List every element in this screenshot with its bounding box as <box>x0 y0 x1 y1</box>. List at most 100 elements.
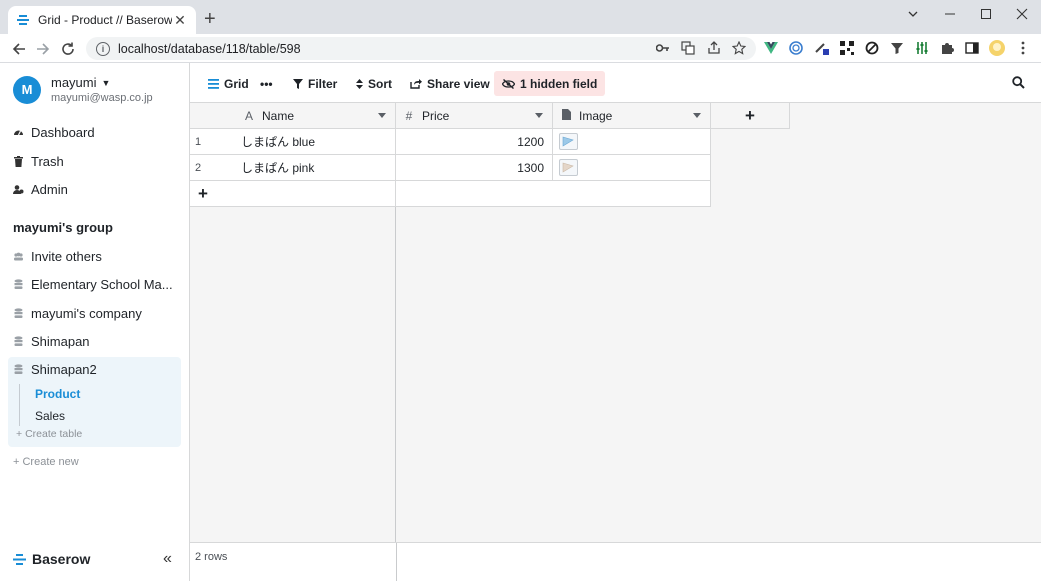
bookmark-star-icon[interactable] <box>731 40 747 56</box>
hidden-fields-button[interactable]: 1 hidden field <box>494 71 606 96</box>
share-view-button[interactable]: Share view <box>404 71 496 96</box>
group-title[interactable]: mayumi's group <box>13 220 113 235</box>
column-header-price[interactable]: # Price <box>396 103 553 129</box>
grid-left-section: A Name 1 しまぱん blue 2 しまぱん pink + <box>190 103 396 581</box>
site-info-icon[interactable]: i <box>96 41 110 56</box>
column-dropdown-icon[interactable] <box>378 113 386 118</box>
database-label: mayumi's company <box>31 306 142 321</box>
browser-menu-icon[interactable] <box>1015 40 1031 56</box>
share-view-icon <box>410 78 422 89</box>
tab-search-icon[interactable] <box>895 0 931 28</box>
sidebar-item-label: Trash <box>31 154 64 169</box>
share-icon[interactable] <box>706 40 722 56</box>
close-window-button[interactable] <box>1004 0 1040 28</box>
baserow-logo-icon <box>13 553 26 565</box>
share-view-label: Share view <box>427 76 490 91</box>
block-icon[interactable] <box>864 40 880 56</box>
sidebar-database-item[interactable]: Elementary School Ma... <box>13 277 173 292</box>
user-name[interactable]: mayumi <box>51 75 97 90</box>
sidebar-database-item[interactable]: Shimapan <box>13 334 90 349</box>
back-button[interactable] <box>9 39 29 59</box>
database-icon <box>14 336 23 346</box>
profile-avatar-icon[interactable] <box>989 40 1005 56</box>
filter-button[interactable]: Filter <box>287 71 343 96</box>
sidebar-item-label: Dashboard <box>31 125 95 140</box>
grid-right-section: # Price Image + 1200 1300 <box>396 103 1041 581</box>
row-number: 1 <box>195 135 202 148</box>
image-thumbnail[interactable] <box>559 133 578 150</box>
sidebar-footer-brand[interactable]: Baserow <box>13 551 90 567</box>
cell-price[interactable]: 1300 <box>396 155 553 181</box>
forward-button[interactable] <box>33 39 53 59</box>
eye-slash-icon <box>502 78 515 89</box>
sidebar: M mayumi ▼ mayumi@wasp.co.jp Dashboard Tr… <box>0 63 190 581</box>
create-new-link[interactable]: + Create new <box>13 456 79 468</box>
translate-icon[interactable] <box>680 40 696 56</box>
filter-extension-icon[interactable] <box>889 40 905 56</box>
plus-icon: + <box>16 428 26 440</box>
sort-button[interactable]: Sort <box>350 71 398 96</box>
cell-name[interactable]: しまぱん pink <box>241 159 314 176</box>
add-field-button[interactable]: + <box>711 103 790 129</box>
database-label: Shimapan <box>31 334 90 349</box>
tab-close-icon[interactable]: ✕ <box>172 12 188 29</box>
column-header-name[interactable]: A Name <box>190 103 396 129</box>
sidebar-database-item[interactable]: mayumi's company <box>13 306 142 321</box>
cell-price[interactable]: 1200 <box>396 129 553 155</box>
table-row[interactable]: 2 しまぱん pink <box>190 155 396 181</box>
table-row[interactable]: 1 しまぱん blue <box>190 129 396 155</box>
search-icon[interactable] <box>1012 76 1025 92</box>
side-panel-icon[interactable] <box>964 40 980 56</box>
browser-toolbar: i localhost/database/118/table/598 <box>0 34 1041 63</box>
column-dropdown-icon[interactable] <box>693 113 701 118</box>
equalizer-icon[interactable] <box>914 40 930 56</box>
add-row-button[interactable]: + <box>190 181 396 207</box>
image-thumbnail[interactable] <box>559 159 578 176</box>
sidebar-item-invite[interactable]: Invite others <box>13 249 102 264</box>
view-selector-button[interactable]: Grid <box>202 71 255 96</box>
minimize-button[interactable] <box>932 0 968 28</box>
cell-image[interactable] <box>553 129 711 155</box>
number-field-icon: # <box>405 108 413 123</box>
column-dropdown-icon[interactable] <box>535 113 543 118</box>
column-header-label: Price <box>422 108 450 123</box>
column-header-image[interactable]: Image <box>553 103 711 129</box>
browser-tab[interactable]: Grid - Product // Baserow ✕ <box>8 6 196 34</box>
sidebar-database-item-active[interactable]: Shimapan2 <box>13 362 97 377</box>
circle-extension-icon[interactable] <box>788 40 804 56</box>
add-row-area[interactable] <box>396 181 711 207</box>
filter-icon <box>293 78 303 89</box>
grid-view: A Name 1 しまぱん blue 2 しまぱん pink + # Price… <box>190 103 1041 581</box>
row-count: 2 rows <box>195 551 228 563</box>
cell-image[interactable] <box>553 155 711 181</box>
view-header: Grid ••• Filter Sort Share view 1 hidden… <box>190 63 1041 103</box>
reload-button[interactable] <box>58 39 78 59</box>
database-label: Shimapan2 <box>31 362 97 377</box>
database-icon <box>14 308 23 318</box>
sidebar-table-sales[interactable]: Sales <box>35 409 65 423</box>
vue-devtools-icon[interactable] <box>763 40 779 56</box>
view-context-button[interactable]: ••• <box>254 71 279 96</box>
invite-label: Invite others <box>31 249 102 264</box>
user-avatar[interactable]: M <box>13 75 41 104</box>
qr-code-icon[interactable] <box>839 40 855 56</box>
admin-icon <box>13 184 24 195</box>
extensions-puzzle-icon[interactable] <box>939 40 955 56</box>
hidden-fields-label: 1 hidden field <box>520 76 598 91</box>
picker-extension-icon[interactable] <box>814 40 830 56</box>
add-field-plus-icon: + <box>745 105 755 125</box>
users-icon <box>14 252 23 261</box>
database-icon <box>14 364 23 374</box>
cell-name[interactable]: しまぱん blue <box>241 133 315 150</box>
collapse-sidebar-icon[interactable]: « <box>163 550 172 568</box>
new-tab-button[interactable]: + <box>204 9 216 29</box>
sidebar-item-admin[interactable]: Admin <box>13 182 68 197</box>
sidebar-item-trash[interactable]: Trash <box>13 154 64 169</box>
user-menu[interactable]: M mayumi ▼ mayumi@wasp.co.jp <box>13 75 153 104</box>
key-icon[interactable] <box>655 40 671 56</box>
sidebar-item-dashboard[interactable]: Dashboard <box>13 125 95 140</box>
sidebar-table-product[interactable]: Product <box>35 387 80 401</box>
caret-down-icon[interactable]: ▼ <box>102 78 111 88</box>
maximize-button[interactable] <box>968 0 1004 28</box>
create-table-link[interactable]: + Create table <box>16 428 82 440</box>
